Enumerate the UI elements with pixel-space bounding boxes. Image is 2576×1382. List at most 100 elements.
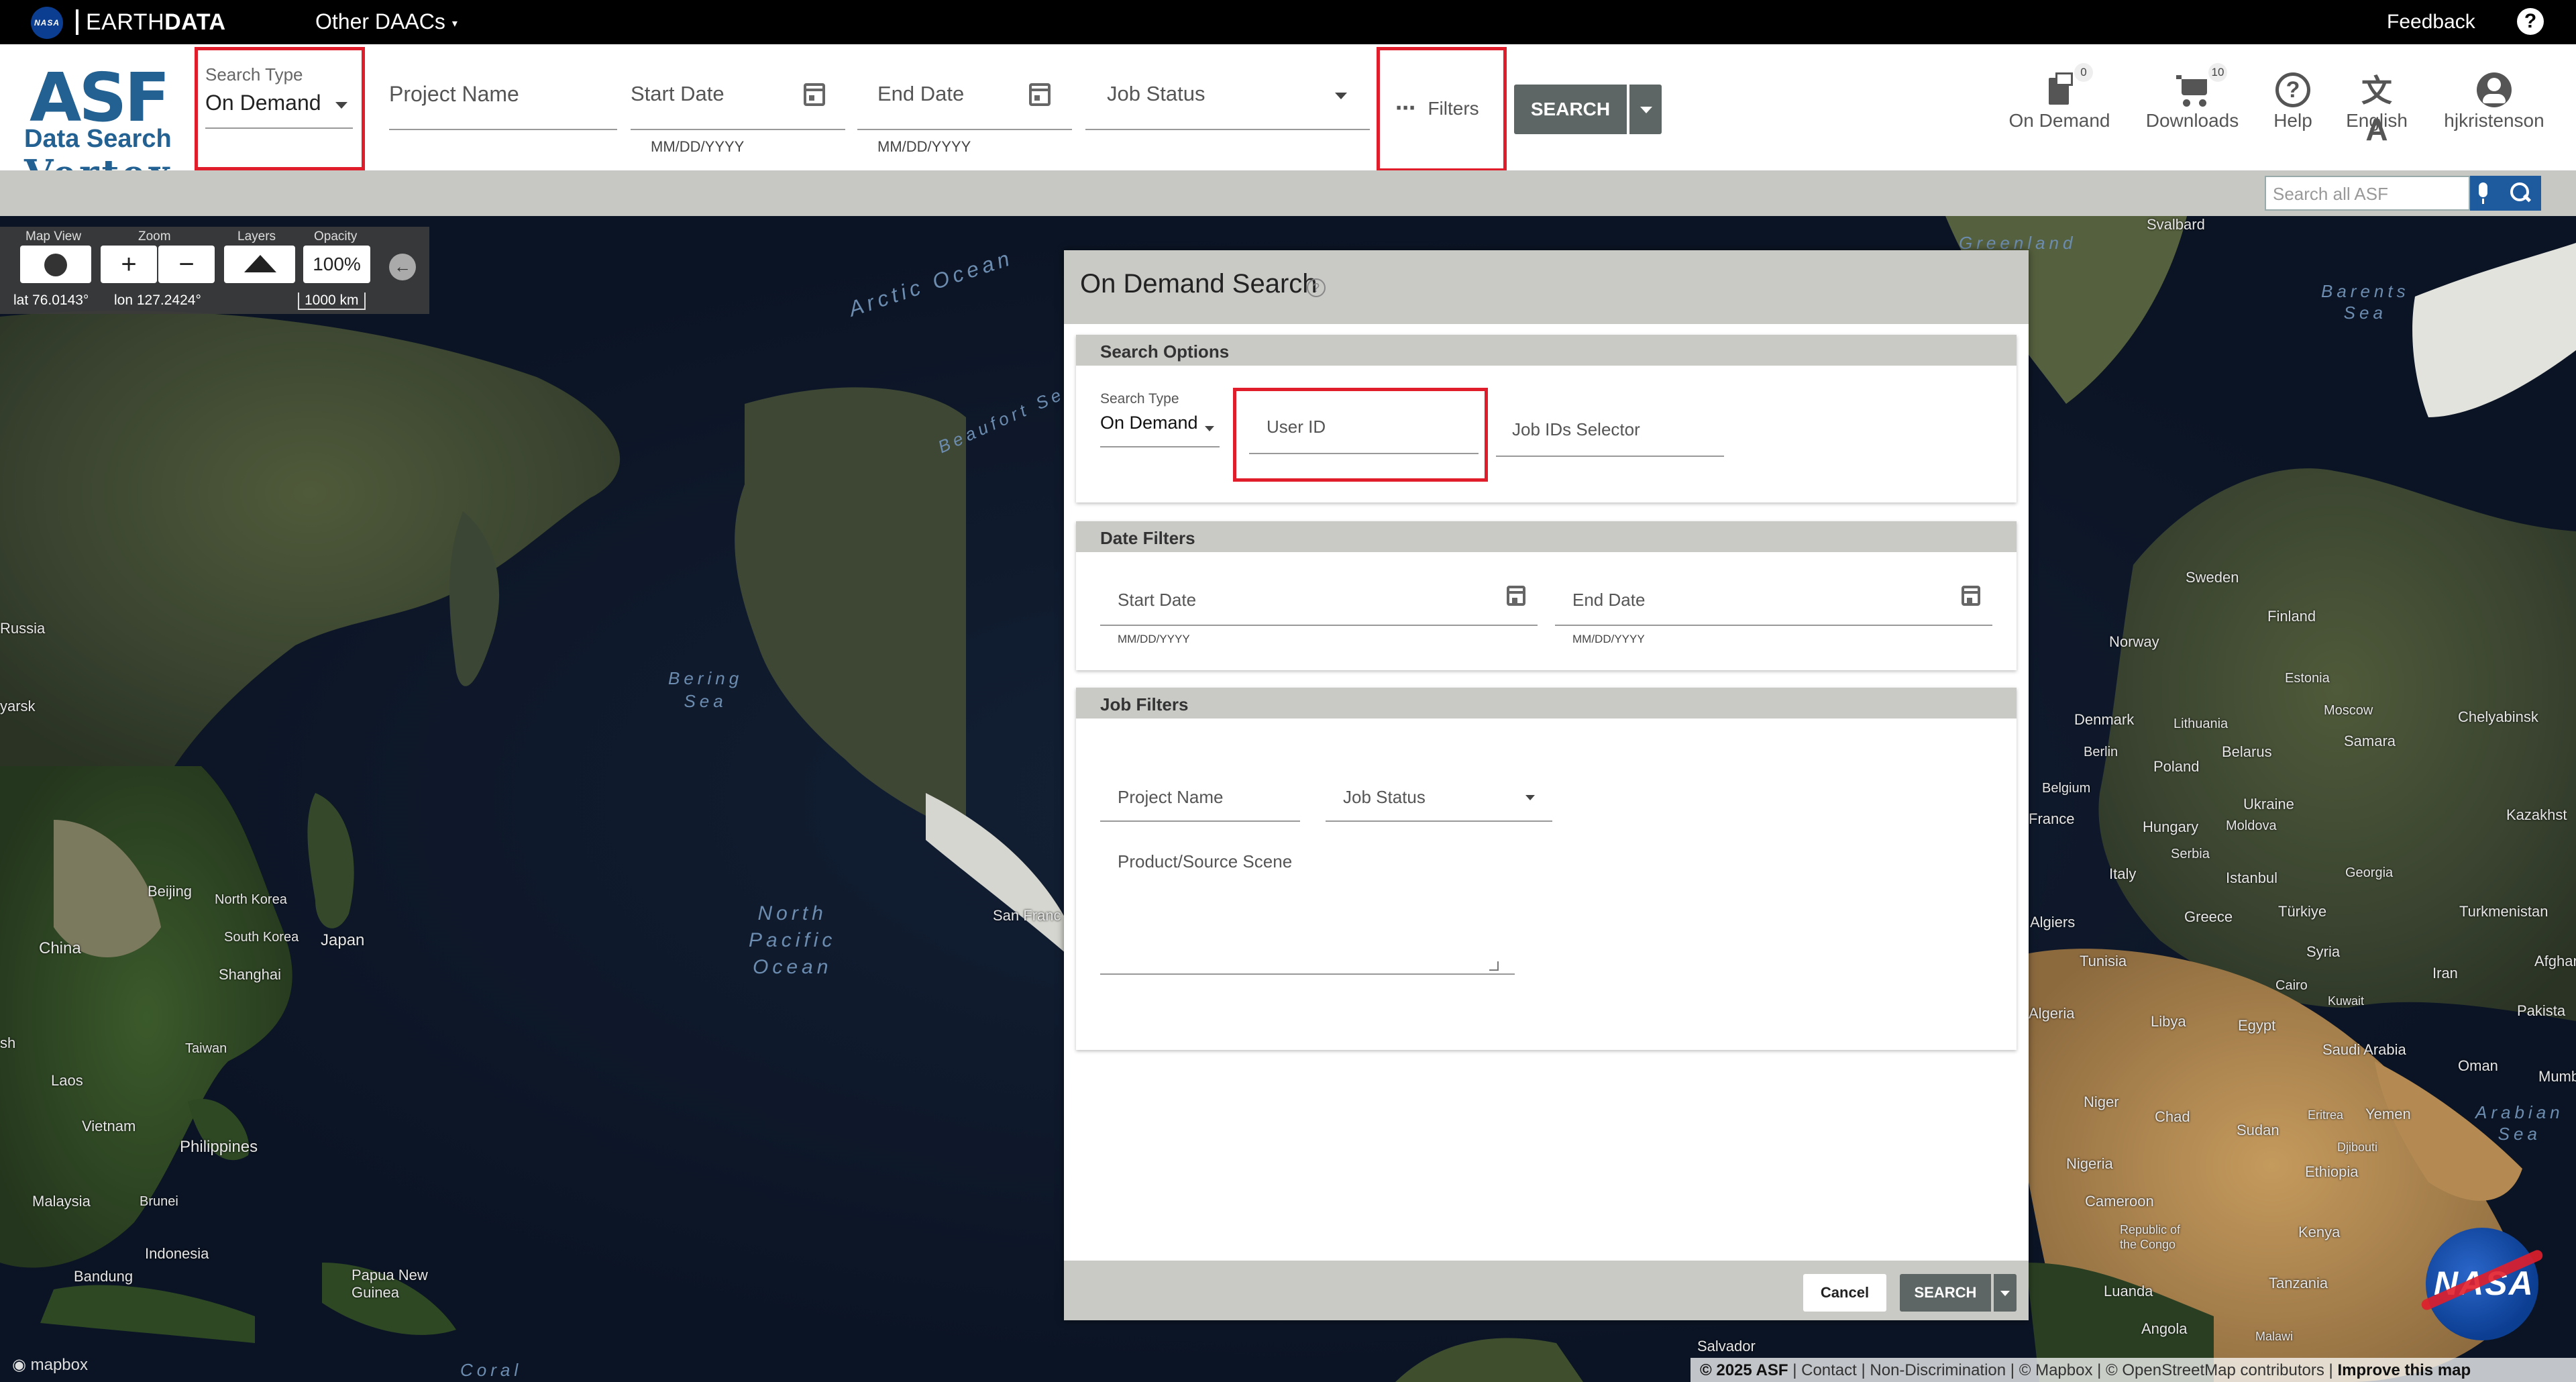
map-label: Greece xyxy=(2184,908,2233,925)
calendar-icon[interactable] xyxy=(1507,586,1525,606)
job-ids-selector[interactable]: Job IDs Selector xyxy=(1496,410,1724,457)
map-label: Cairo xyxy=(2275,978,2308,993)
layers-button[interactable] xyxy=(224,246,295,283)
panel-job-status-select[interactable]: Job Status xyxy=(1326,768,1552,822)
panel-project-name-input[interactable]: Project Name xyxy=(1100,768,1300,822)
feedback-link[interactable]: Feedback xyxy=(2387,11,2475,34)
map-label: North Pacific Ocean xyxy=(749,902,837,978)
search-options-dropdown[interactable] xyxy=(1629,85,1662,134)
panel-search-type-select[interactable]: Search Type On Demand xyxy=(1100,391,1220,447)
panel-end-date-input[interactable]: End Date xyxy=(1555,572,1992,626)
map-label: Berlin xyxy=(2084,745,2118,759)
map-label: Lithuania xyxy=(2174,716,2229,731)
map-label: Sudan xyxy=(2237,1122,2279,1138)
language-tool[interactable]: 文A English xyxy=(2340,71,2414,147)
on-demand-tool[interactable]: 0 On Demand xyxy=(2006,63,2113,131)
map-label: Cameroon xyxy=(2085,1193,2154,1210)
search-icon[interactable] xyxy=(2497,176,2541,211)
search-all-asf-input[interactable]: Search all ASF xyxy=(2265,176,2470,211)
map-label: Shanghai xyxy=(219,966,281,983)
nasa-logo-icon[interactable]: NASA xyxy=(31,7,63,39)
help-icon[interactable]: ? xyxy=(1307,278,1326,297)
map-label: Ethiopia xyxy=(2305,1163,2359,1180)
job-status-select[interactable]: Job Status xyxy=(1085,82,1370,130)
map-label: Laos xyxy=(51,1072,83,1089)
calendar-icon[interactable] xyxy=(1029,83,1051,106)
panel-search-button[interactable]: SEARCH xyxy=(1900,1274,1991,1312)
map-label: Malawi xyxy=(2255,1330,2294,1343)
translate-icon: 文A xyxy=(2361,73,2392,147)
map-label: Salvador xyxy=(1697,1338,1756,1354)
scale-bar: 1000 km xyxy=(298,293,366,310)
zoom-out-button[interactable]: − xyxy=(158,246,215,283)
mapbox-logo[interactable]: ◉ mapbox xyxy=(12,1355,88,1375)
calendar-icon[interactable] xyxy=(804,83,825,106)
map-label: Russia xyxy=(0,620,46,637)
map-label: Oman xyxy=(2458,1057,2498,1074)
on-demand-icon xyxy=(2039,71,2080,110)
improve-map-link[interactable]: Improve this map xyxy=(2337,1361,2471,1379)
start-date-hint: MM/DD/YYYY xyxy=(1118,633,1190,645)
map-label: Arabian Sea xyxy=(2475,1102,2564,1144)
map-label: Vietnam xyxy=(82,1118,136,1134)
map-label: Papua New Guinea xyxy=(352,1267,428,1301)
calendar-icon[interactable] xyxy=(1962,586,1980,606)
non-discrimination-link[interactable]: Non-Discrimination xyxy=(1870,1361,2006,1379)
map-label: Taiwan xyxy=(185,1041,227,1056)
panel-start-date-input[interactable]: Start Date xyxy=(1100,572,1538,626)
osm-link[interactable]: © OpenStreetMap contributors xyxy=(2106,1361,2324,1379)
section-header: Search Options xyxy=(1076,335,2017,366)
opacity-select[interactable]: 100% xyxy=(303,246,370,283)
map-label: Republic of the Congo xyxy=(2120,1223,2181,1251)
cancel-button[interactable]: Cancel xyxy=(1803,1274,1886,1312)
earthdata-link[interactable]: EARTHDATA xyxy=(86,9,226,36)
map-label: Tanzania xyxy=(2269,1275,2328,1291)
panel-title: On Demand Search xyxy=(1080,269,1318,299)
map-label: Serbia xyxy=(2171,847,2210,861)
map-label: Syria xyxy=(2306,943,2341,960)
resize-handle-icon[interactable] xyxy=(1489,961,1499,971)
map-label: Istanbul xyxy=(2226,869,2278,886)
map-label: Italy xyxy=(2109,865,2137,882)
zoom-in-button[interactable]: + xyxy=(101,246,157,283)
map-label: Yemen xyxy=(2365,1106,2411,1122)
map-label: Japan xyxy=(321,931,365,949)
map-attribution: © 2025 ASF | Contact | Non-Discriminatio… xyxy=(1690,1358,2576,1382)
question-circle-icon[interactable]: ? xyxy=(2517,8,2544,35)
map-label: Chad xyxy=(2155,1108,2190,1125)
mapbox-link[interactable]: © Mapbox xyxy=(2019,1361,2093,1379)
map-label: Djibouti xyxy=(2337,1140,2378,1154)
end-date-input[interactable]: End Date xyxy=(857,82,1072,130)
map-label: Philippines xyxy=(180,1138,258,1156)
help-tool[interactable]: ? Help xyxy=(2261,71,2325,131)
start-date-input[interactable]: Start Date xyxy=(631,82,845,130)
account-tool[interactable]: hjkristenson xyxy=(2434,71,2555,131)
map-label: Sweden xyxy=(2186,569,2239,586)
map-label: Saudi Arabia xyxy=(2322,1041,2406,1058)
map-label: Finland xyxy=(2267,608,2316,625)
map-label: Algeria xyxy=(2029,1005,2075,1022)
panel-search-dropdown[interactable] xyxy=(1994,1274,2017,1312)
highlight-user-id xyxy=(1233,388,1488,482)
contact-link[interactable]: Contact xyxy=(1801,1361,1857,1379)
map-label: Afghanista xyxy=(2534,953,2576,969)
map-label: Estonia xyxy=(2285,671,2330,686)
map-view-button[interactable] xyxy=(20,246,91,283)
project-name-input[interactable]: Project Name xyxy=(389,82,617,130)
microphone-icon[interactable] xyxy=(2470,176,2497,211)
section-header: Date Filters xyxy=(1076,521,2017,552)
highlight-search-type xyxy=(195,47,365,170)
downloads-tool[interactable]: 10 Downloads xyxy=(2139,63,2246,131)
map-label: Moldova xyxy=(2226,818,2277,833)
collapse-arrow-icon[interactable]: ← xyxy=(389,254,416,280)
search-button[interactable]: SEARCH xyxy=(1514,85,1627,134)
caret-down-icon: ▾ xyxy=(451,17,458,30)
other-daacs-menu[interactable]: Other DAACs ▾ xyxy=(315,9,458,34)
map-label: yarsk xyxy=(0,698,36,714)
product-source-scene-textarea[interactable]: Product/Source Scene xyxy=(1100,841,1515,975)
section-header: Job Filters xyxy=(1076,688,2017,719)
start-date-hint: MM/DD/YYYY xyxy=(651,138,745,155)
globe-icon xyxy=(44,254,67,276)
map-label: Nigeria xyxy=(2066,1155,2113,1172)
map-label: Kuwait xyxy=(2328,994,2365,1008)
